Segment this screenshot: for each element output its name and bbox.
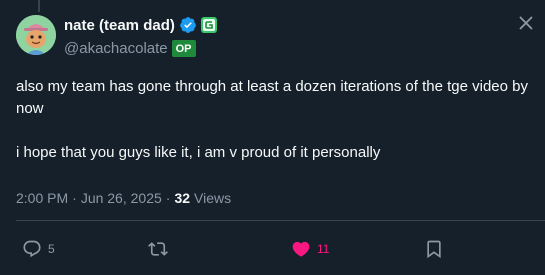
op-badge: OP xyxy=(171,39,196,57)
heart-icon xyxy=(292,241,310,257)
views-label: Views xyxy=(194,190,232,206)
name-row: nate (team dad) xyxy=(64,14,545,36)
frog-avatar-icon xyxy=(16,15,56,55)
divider xyxy=(16,220,545,221)
reply-count: 5 xyxy=(48,242,55,256)
repost-button[interactable] xyxy=(148,236,174,262)
handle-row: @akachacolate OP xyxy=(64,37,545,59)
tweet-meta: 2:00 PM · Jun 26, 2025 · 32 Views xyxy=(16,190,231,206)
like-count: 11 xyxy=(317,242,330,256)
thread-connector-line xyxy=(38,0,40,12)
views-count[interactable]: 32 xyxy=(174,190,190,206)
tweet-paragraph: i hope that you guys like it, i am v pro… xyxy=(16,144,381,161)
tweet-date[interactable]: Jun 26, 2025 xyxy=(81,190,162,206)
tweet-text: also my team has gone through at least a… xyxy=(16,76,544,164)
affiliate-badge-icon[interactable] xyxy=(200,17,217,33)
tweet-time[interactable]: 2:00 PM xyxy=(16,190,68,206)
tweet-header: nate (team dad) @akachacolate OP xyxy=(64,14,545,59)
verified-badge-icon[interactable] xyxy=(179,16,197,34)
meta-separator: · xyxy=(165,190,171,206)
author-avatar[interactable] xyxy=(16,15,56,55)
author-display-name[interactable]: nate (team dad) xyxy=(64,17,175,34)
repost-icon xyxy=(148,242,168,256)
meta-separator: · xyxy=(72,190,77,206)
bookmark-icon xyxy=(427,240,441,259)
author-handle[interactable]: @akachacolate xyxy=(64,40,168,57)
like-button[interactable]: 11 xyxy=(291,236,329,262)
reply-button[interactable]: 5 xyxy=(22,236,55,262)
reply-icon xyxy=(23,240,41,258)
action-bar: 5 11 xyxy=(16,236,545,262)
tweet-paragraph: also my team has gone through at least a… xyxy=(16,78,528,117)
close-icon[interactable] xyxy=(515,12,537,34)
bookmark-button[interactable] xyxy=(424,236,444,262)
